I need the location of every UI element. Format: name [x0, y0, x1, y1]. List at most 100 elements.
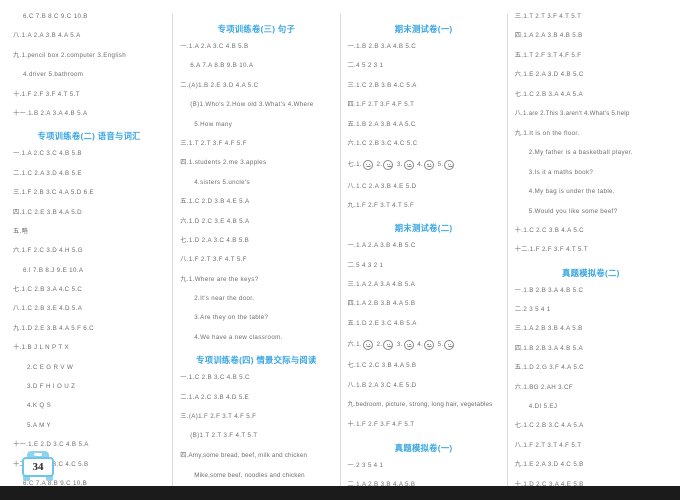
answer-line: 4.K Q S — [27, 402, 52, 410]
answer-line: 四.Amy,some bread, beef, milk and chicken — [180, 451, 308, 459]
scan-bottom-strip — [0, 486, 680, 500]
answer-line: 四.1.B 2.B 3.A 4.B 5.A — [514, 344, 583, 352]
answer-line: (B)1.Who's 2.How old 3.What's 4.Where — [190, 101, 314, 109]
answer-line: 三.1.A 2.B 3.B 4.A 5.B — [514, 325, 583, 333]
answer-line: 十.1.F 2.F 3.F 4.F 5.T — [347, 421, 415, 429]
smiley-mouth-icon — [386, 165, 392, 168]
page-number-badge: 34 — [18, 451, 58, 483]
smiley-answer-item: 4. — [417, 160, 435, 171]
answer-line: 4.sisters 5.uncle's — [194, 178, 250, 186]
answer-line: 一.1.A 2.A 3.B 4.B 5.C — [347, 242, 416, 250]
smiley-answer-item: 5. — [438, 340, 455, 351]
section-heading: 真题模拟卷(二) — [562, 267, 620, 278]
answer-line: 七.1.C 2.B 3.A 4.A 5.A — [514, 90, 583, 98]
answer-line: 八.1.A 2.A 3.B 4.A 5.A — [13, 32, 81, 40]
answer-line: 八.1.F 2.T 3.F 4.T 5.F — [180, 256, 247, 264]
answer-line: 二.5 4 3 2 1 — [347, 261, 384, 269]
answer-line: 四.1.C 2.E 3.B 4.A 5.D — [13, 208, 82, 216]
answer-line: 八.1.C 2.B 3.E 4.D 5.A — [13, 305, 83, 313]
answer-key-page: 6.C 7.B 8.C 9.C 10.B 八.1.A 2.A 3.B 4.A 5.… — [0, 0, 680, 500]
smiley-index: 1. — [356, 161, 362, 169]
smiley-index: 2. — [376, 161, 383, 169]
answer-line: 九.bedroom, picture, strong, long hair, v… — [347, 401, 493, 409]
answer-line: 十.1.C 2.C 3.B 4.A 5.C — [514, 226, 585, 234]
smiley-answer-item: 5. — [437, 160, 455, 171]
smiley-face-icon — [362, 340, 373, 351]
answer-line: 五.1.T 2.F 3.T 4.F 5.F — [514, 51, 582, 59]
answer-line: 九.1.pencil box 2.computer 3.English — [13, 51, 127, 59]
section-heading: 真题模拟卷(一) — [394, 442, 453, 453]
answer-line: 4.My bag is under the table. — [528, 188, 615, 196]
smiley-answer-item: 1. — [356, 160, 373, 171]
answer-line: 二.(A)1.B 2.E 3.D 4.A 5.C — [180, 81, 259, 89]
answer-line: 七.1.C 2.B 3.C 4.A 5.A — [514, 422, 584, 430]
smiley-index: 4. — [417, 161, 424, 169]
answer-line: 5.Would you like some beef? — [528, 207, 618, 215]
smiley-face-icon — [403, 340, 414, 351]
smiley-mouth-icon — [386, 345, 392, 348]
answer-line: 六.1.F 2.C 3.D 4.H 5.G — [13, 247, 83, 255]
answer-line: 6.A 7.A 8.B 9.B 10.A — [190, 62, 254, 70]
answer-line: 四.1.A 2.A 3.B 4.B 5.B — [514, 32, 583, 40]
answer-line: (B)1.T 2.T 3.F 4.T 5.T — [190, 432, 258, 440]
answer-line: 三.1.A 2.A 3.A 4.B 5.A — [347, 281, 416, 289]
smiley-face-icon — [383, 340, 394, 351]
smiley-answer-item: 2. — [376, 160, 394, 171]
answer-line: 五.略 — [13, 227, 29, 235]
smiley-index: 4. — [417, 341, 424, 349]
page-columns: 6.C 7.B 8.C 9.C 10.B 八.1.A 2.A 3.B 4.A 5.… — [0, 0, 680, 499]
smiley-index: 3. — [396, 161, 403, 169]
answer-line: 八.1.F 2.T 3.T 4.F 5.T — [514, 441, 582, 449]
answer-line-smileys: 六. 1. 2. 3. 4. 5. — [347, 340, 500, 351]
page-number: 34 — [32, 460, 44, 473]
answer-line: 三.1.T 2.T 3.F 4.T 5.T — [514, 13, 582, 20]
section-heading: 专项训练卷(二) 语音与词汇 — [37, 131, 141, 142]
answer-line: 一.1.A 2.A 3.C 4.B 5.B — [180, 43, 249, 50]
answer-line: 一.1.B 2.B 3.A 4.B 5.C — [514, 286, 584, 294]
answer-line: 一.2 3 5 4 1 — [347, 461, 384, 469]
answer-line: 三.1.F 2.B 3.C 4.A 5.D 6.E — [13, 189, 94, 197]
answer-line: 6.I 7.B 8.J 9.E 10.A — [23, 266, 84, 274]
answer-line: 九.1.F 2.F 3.T 4.T 5.F — [347, 201, 415, 209]
answer-line: 十二.1.F 2.F 3.F 4.T 5.T — [514, 246, 589, 254]
answer-line: 六.1.BG 2.AH 3.CF — [514, 383, 573, 391]
answer-line: 4.DI 5.EJ — [528, 403, 558, 411]
answer-column-2: 专项训练卷(三) 句子 一.1.A 2.A 3.C 4.B 5.B 6.A 7.A … — [172, 14, 339, 499]
smiley-mouth-icon — [407, 165, 413, 168]
smiley-group: 1. 2. 3. 4. 5. — [356, 340, 458, 351]
answer-line: 九.1.It is on the floor. — [514, 129, 580, 137]
smiley-index: 2. — [376, 341, 383, 349]
smiley-mouth-icon — [447, 165, 453, 168]
answer-line: 一.1.C 2.B 3.C 4.B 5.C — [180, 374, 250, 382]
answer-line: 二.2 3 5 4 1 — [514, 306, 551, 314]
answer-line: 七.1.C 2.B 3.A 4.C 5.C — [13, 286, 83, 294]
smiley-face-icon — [424, 160, 435, 171]
smiley-mouth-icon — [447, 345, 453, 348]
section-heading: 期末测试卷(二) — [394, 223, 453, 234]
answer-line: 四.1.F 2.T 3.F 4.F 5.T — [347, 101, 415, 109]
answer-line: 5.A M Y — [27, 421, 52, 429]
answer-line-smileys: 七. 1. 2. 3. 4. 5. — [348, 160, 500, 171]
answer-line: 三.1.T 2.T 3.F 4.F 5.F — [180, 139, 247, 147]
answer-line: 五.1.B 2.A 3.B 4.A 5.C — [347, 120, 416, 128]
smiley-answer-item: 3. — [396, 160, 414, 171]
smiley-mouth-icon — [427, 165, 433, 168]
smiley-face-icon — [403, 160, 414, 171]
answer-line: 4.We have a new classroom. — [194, 333, 283, 341]
answer-line: 2.C E G R V W — [27, 363, 74, 371]
answer-line: 二.1.C 2.A 3.D 4.B 5.E — [13, 169, 82, 177]
answer-line: 2.My father is a basketball player. — [528, 149, 633, 157]
smiley-answer-item: 1. — [356, 340, 373, 351]
answer-line: 二.1.A 2.C 3.B 4.D 5.E — [180, 393, 250, 401]
answer-line: 二.4 5 2 3 1 — [347, 62, 384, 70]
answer-line: 九.1.D 2.E 3.B 4.A 5.F 6.C — [13, 324, 94, 332]
smiley-index: 1. — [356, 341, 362, 349]
answer-line: 5.How many — [194, 120, 233, 128]
answer-line: 十一.1.E 2.D 3.C 4.B 5.A — [13, 441, 89, 449]
answer-line: 六.1.D 2.C 3.E 4.B 5.A — [180, 217, 250, 225]
answer-line-label: 六. — [347, 341, 357, 349]
smiley-index: 5. — [437, 161, 444, 169]
answer-line: 七.1.D 2.A 3.C 4.B 5.B — [180, 236, 250, 244]
answer-line: 五.1.D 2.E 3.C 4.B 5.A — [347, 319, 417, 327]
answer-line: 八.1.B 2.A 3.C 4.E 5.D — [347, 381, 417, 389]
